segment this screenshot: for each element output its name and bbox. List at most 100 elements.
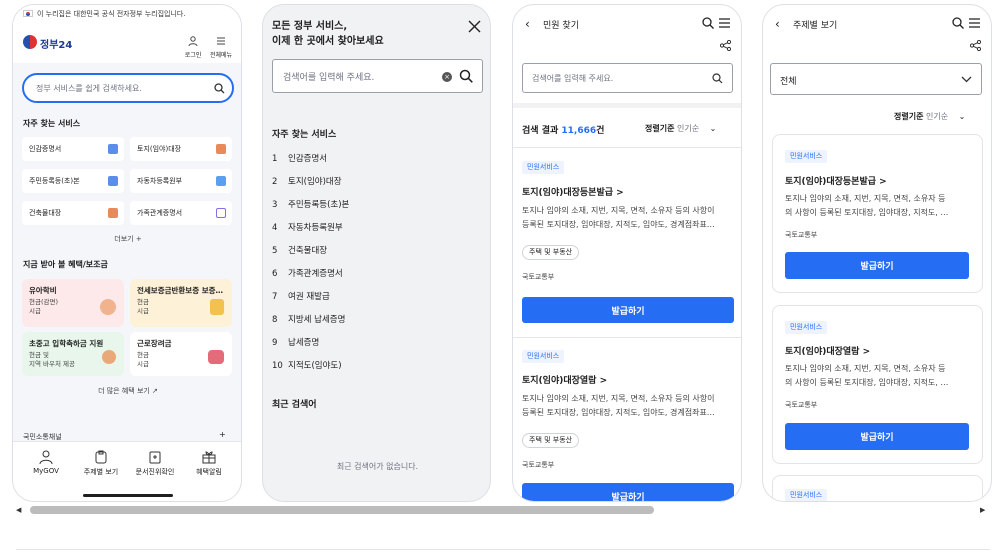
category-chip[interactable]: 주택 및 부동산 xyxy=(522,245,580,260)
document-icon xyxy=(108,176,118,186)
hamburger-icon[interactable] xyxy=(719,18,730,28)
document-icon xyxy=(216,176,226,186)
freq-title: 자주 찾는 서비스 xyxy=(272,130,337,140)
freq-item[interactable]: 인감증명서 xyxy=(22,137,124,161)
benefit-card[interactable]: 근로장려금 현금 시급 xyxy=(130,332,232,376)
category-tag: 민원서비스 xyxy=(522,350,565,363)
search-overlay-screen: 모든 정부 서비스, 이제 한 곳에서 찾아보세요 검색어를 입력해 주세요. ×… xyxy=(262,4,491,502)
sort-select[interactable]: 정렬기준 인기순 ⌄ xyxy=(894,111,965,122)
recent-title: 최근 검색어 xyxy=(272,400,317,410)
bottom-divider xyxy=(16,549,990,550)
all-menu-button[interactable]: 전체메뉴 xyxy=(207,31,235,59)
freq-services-title: 자주 찾는 서비스 xyxy=(23,119,81,128)
sort-select[interactable]: 정렬기준 인기순 ⌄ xyxy=(645,123,716,134)
freq-list-item[interactable]: 8 지방세 납세증명 xyxy=(272,313,345,325)
chevron-down-icon xyxy=(961,76,972,83)
hamburger-icon xyxy=(217,37,225,45)
banner-text: 이 누리집은 대한민국 공식 전자정부 누리집입니다. xyxy=(37,10,186,18)
scroll-right-arrow[interactable]: ▶ xyxy=(980,506,985,514)
freq-list-item[interactable]: 2 토지(임야)대장 xyxy=(272,175,342,187)
select-value: 전체 xyxy=(780,77,797,87)
category-tag: 민원서비스 xyxy=(785,150,828,163)
freq-list-item[interactable]: 3 주민등록등(초)본 xyxy=(272,198,349,210)
benefit-card[interactable]: 전세보증금반환보증 보증… 현금 시급 xyxy=(130,279,232,327)
recent-empty-text: 최근 검색어가 없습니다. xyxy=(336,462,419,471)
result-title[interactable]: 토지(임야)대장등본발급 > xyxy=(785,174,887,187)
share-icon[interactable] xyxy=(970,40,981,51)
expand-icon[interactable]: + xyxy=(219,430,226,439)
official-banner: 이 누리집은 대한민국 공식 전자정부 누리집입니다. xyxy=(13,5,241,23)
benefit-card[interactable]: 유아학비 현금(감면) 시급 xyxy=(22,279,124,327)
freq-list-item[interactable]: 1 인감증명서 xyxy=(272,152,327,164)
issue-button[interactable]: 발급하기 xyxy=(785,252,969,279)
search-icon[interactable] xyxy=(952,17,964,29)
nav-benefit-alert[interactable]: 혜택알림 xyxy=(184,450,234,477)
student-icon xyxy=(102,350,116,364)
issue-button[interactable]: 발급하기 xyxy=(522,297,734,323)
freq-list-item[interactable]: 10 지적도(임야도) xyxy=(272,359,342,371)
result-title[interactable]: 토지(임야)대장열람 > xyxy=(785,344,870,357)
search-icon[interactable] xyxy=(214,83,225,94)
back-icon[interactable]: ‹ xyxy=(525,17,530,31)
search-icon[interactable] xyxy=(702,17,714,29)
result-description: 토지나 임야의 소재, 지번, 지목, 면적, 소유자 등의 사항이 등록된 토… xyxy=(785,364,949,387)
search-icon[interactable] xyxy=(712,73,723,84)
benefits-title: 지금 받아 볼 혜택/보조금 xyxy=(23,260,108,269)
nav-topics[interactable]: 주제별 보기 xyxy=(76,450,126,477)
freq-item[interactable]: 토지(임야)대장 xyxy=(130,137,232,161)
search-input[interactable]: 정부 서비스를 쉽게 검색하세요. xyxy=(22,73,234,103)
benefit-card[interactable]: 초중고 입학축하금 지원 현금 및 지역 바우처 제공 xyxy=(22,332,124,376)
issue-button[interactable]: 발급하기 xyxy=(785,423,969,450)
back-icon[interactable]: ‹ xyxy=(775,17,780,31)
gallery: 이 누리집은 대한민국 공식 전자정부 누리집입니다. 정부24 로그인 전체메… xyxy=(0,0,1005,560)
freq-item[interactable]: 건축물대장 xyxy=(22,201,124,225)
freq-list-item[interactable]: 7 여권 재발급 xyxy=(272,290,330,302)
clipboard-icon xyxy=(95,450,107,464)
document-icon xyxy=(108,144,118,154)
category-chip[interactable]: 주택 및 부동산 xyxy=(522,433,580,448)
result-title[interactable]: 토지(임야)대장등본발급 > xyxy=(522,185,624,198)
login-button[interactable]: 로그인 xyxy=(181,31,205,59)
login-label: 로그인 xyxy=(184,52,202,59)
freq-list-section: 자주 찾는 서비스 1 인감증명서 2 토지(임야)대장 3 주민등록등(초)본 4자… xyxy=(263,110,490,400)
share-icon[interactable] xyxy=(720,40,731,51)
search-results-screen: ‹ 민원 찾기 검색어를 입력해 주세요. 검색 결과 11,666건 정렬기준… xyxy=(512,4,742,502)
nav-mygov[interactable]: MyGOV xyxy=(21,450,71,475)
result-description: 토지나 임야의 소재, 지번, 지목, 면적, 소유자 등의 사항이 등록된 토지… xyxy=(522,394,715,417)
horizontal-scrollbar-thumb[interactable] xyxy=(30,506,654,514)
freq-list-item[interactable]: 9 납세증명 xyxy=(272,336,319,348)
freq-item[interactable]: 주민등록등(초)본 xyxy=(22,169,124,193)
issue-button[interactable]: 발급하기 xyxy=(522,483,734,501)
more-button[interactable]: 더보기 + xyxy=(13,234,241,244)
topic-select[interactable]: 전체 xyxy=(770,63,982,95)
home-indicator xyxy=(83,494,173,497)
freq-list-item[interactable]: 4 자동차등록원부 xyxy=(272,221,343,233)
category-tag: 민원서비스 xyxy=(785,321,828,334)
freq-list-item[interactable]: 5 건축물대장 xyxy=(272,244,327,256)
page-title: 민원 찾기 xyxy=(543,21,579,31)
hamburger-icon[interactable] xyxy=(969,18,980,28)
user-icon xyxy=(188,36,198,47)
gov-logo-icon xyxy=(23,35,37,49)
result-title[interactable]: 토지(임야)대장열람 > xyxy=(522,373,607,386)
scroll-left-arrow[interactable]: ◀ xyxy=(16,506,21,514)
document-check-icon xyxy=(149,451,161,464)
nav-doc-verify[interactable]: 문서진위확인 xyxy=(130,450,180,477)
hand-money-icon xyxy=(210,299,224,315)
topic-browse-screen: ‹ 주제별 보기 전체 정렬기준 인기순 ⌄ 민원서비스 토지(임야)대장등본발… xyxy=(762,4,992,502)
freq-item[interactable]: 가족관계증명서 xyxy=(130,201,232,225)
clear-icon[interactable]: × xyxy=(442,72,452,82)
search-input[interactable]: 검색어를 입력해 주세요. × xyxy=(272,59,483,93)
more-benefits-link[interactable]: 더 많은 혜택 보기 ↗ xyxy=(13,386,241,396)
overlay-title: 모든 정부 서비스, 이제 한 곳에서 찾아보세요 xyxy=(272,21,384,47)
header: 정부24 로그인 전체메뉴 xyxy=(13,23,241,63)
search-input[interactable]: 검색어를 입력해 주세요. xyxy=(522,63,733,93)
document-icon xyxy=(108,208,118,218)
user-icon xyxy=(39,450,53,464)
freq-list-item[interactable]: 6 가족관계증명서 xyxy=(272,267,343,279)
close-icon[interactable] xyxy=(468,20,481,33)
search-icon[interactable] xyxy=(459,69,473,83)
freq-item[interactable]: 자동차등록원부 xyxy=(130,169,232,193)
logo-text[interactable]: 정부24 xyxy=(40,36,72,51)
result-org: 국토교통부 xyxy=(522,461,555,469)
